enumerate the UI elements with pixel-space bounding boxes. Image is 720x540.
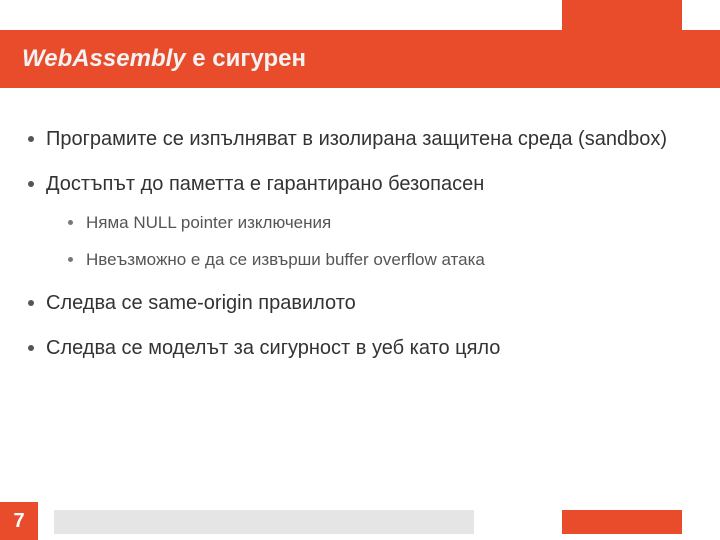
footer-red-bar [562, 510, 682, 534]
page-number: 7 [0, 502, 38, 540]
bullet-text: Достъпът до паметта е гарантирано безопа… [46, 173, 484, 195]
slide-title: WebAssembly е сигурен [22, 45, 306, 73]
bullet-text: Програмите се изпълняват в изолирана защ… [46, 128, 667, 150]
top-accent-block [562, 0, 682, 30]
list-item: Програмите се изпълняват в изолирана защ… [24, 126, 696, 153]
sub-bullet-text: Нвеъзможно е да се извърши buffer overfl… [86, 250, 485, 269]
bullet-text: Следва се моделът за сигурност в уеб кат… [46, 337, 500, 359]
title-bar: WebAssembly е сигурен [0, 30, 720, 88]
sub-bullet-list: Няма NULL pointer изключения Нвеъзможно … [46, 212, 696, 272]
list-item: Следва се same-origin правилото [24, 290, 696, 317]
list-item: Достъпът до паметта е гарантирано безопа… [24, 171, 696, 272]
list-item: Нвеъзможно е да се извърши buffer overfl… [64, 249, 696, 272]
bullet-list: Програмите се изпълняват в изолирана защ… [24, 126, 696, 362]
title-emphasis: WebAssembly [22, 45, 186, 72]
list-item: Следва се моделът за сигурност в уеб кат… [24, 335, 696, 362]
slide-footer: 7 [0, 502, 720, 540]
title-rest: е сигурен [186, 45, 306, 72]
list-item: Няма NULL pointer изключения [64, 212, 696, 235]
footer-gray-bar [54, 510, 474, 534]
sub-bullet-text: Няма NULL pointer изключения [86, 213, 331, 232]
slide-content: Програмите се изпълняват в изолирана защ… [24, 108, 696, 362]
bullet-text: Следва се same-origin правилото [46, 292, 356, 314]
